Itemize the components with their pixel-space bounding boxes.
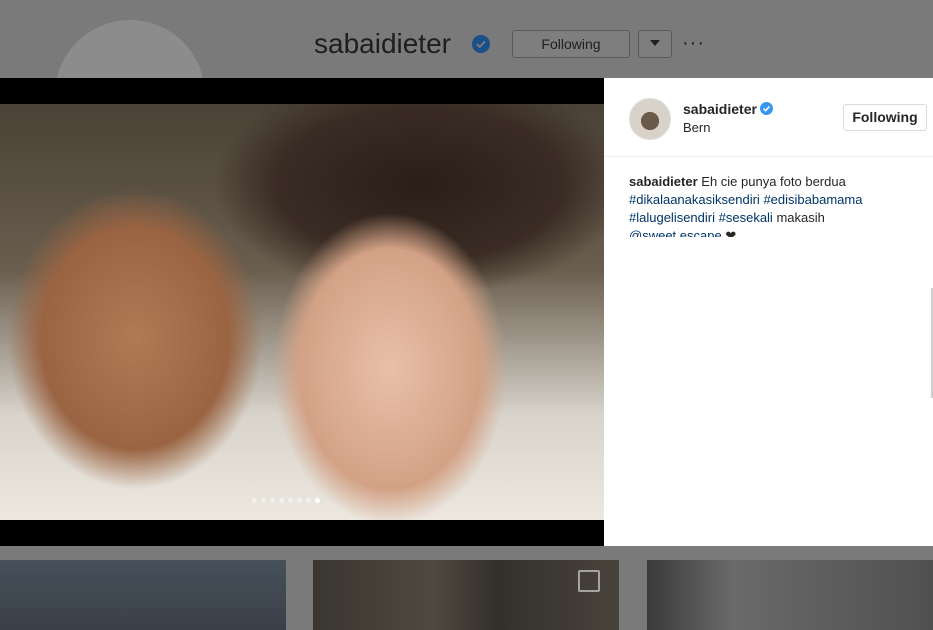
caret-down-icon xyxy=(650,40,660,46)
post-author-avatar[interactable] xyxy=(629,98,671,140)
hashtag-link[interactable]: #edisibabamama xyxy=(763,192,862,207)
caption-text: Eh cie punya foto berdua xyxy=(701,174,846,189)
carousel-dot xyxy=(306,498,311,503)
post-photo[interactable] xyxy=(0,104,604,520)
carousel-dot xyxy=(270,498,275,503)
carousel-dot xyxy=(261,498,266,503)
carousel-dot xyxy=(315,498,320,503)
profile-following-button[interactable]: Following xyxy=(512,30,630,58)
post-author-username[interactable]: sabaidieter xyxy=(683,101,757,117)
mention-link[interactable]: @sweet.escape xyxy=(629,228,722,237)
heart-emoji-icon: ❤ xyxy=(725,228,737,237)
grid-thumbnail[interactable] xyxy=(313,560,619,630)
verified-badge-icon xyxy=(472,35,490,53)
more-options-button[interactable]: ··· xyxy=(682,30,705,56)
post-header: sabaidieter Bern Following xyxy=(604,78,933,157)
grid-thumbnail[interactable] xyxy=(0,560,286,630)
carousel-dot xyxy=(279,498,284,503)
carousel-indicator-icon xyxy=(578,570,600,592)
profile-dropdown-button[interactable] xyxy=(638,30,672,58)
caption-username[interactable]: sabaidieter xyxy=(629,174,698,189)
carousel-dot xyxy=(288,498,293,503)
verified-badge-icon xyxy=(760,102,773,115)
carousel-dot xyxy=(297,498,302,503)
hashtag-link[interactable]: #sesekali xyxy=(719,210,773,225)
caption-tail-text: makasih xyxy=(776,210,825,225)
carousel-dot xyxy=(252,498,257,503)
post-following-button[interactable]: Following xyxy=(843,104,927,131)
post-modal: sabaidieter Bern Following sabaidieter E… xyxy=(0,78,933,546)
profile-username: sabaidieter xyxy=(314,28,451,59)
grid-thumbnail[interactable] xyxy=(647,560,933,630)
carousel-dots xyxy=(252,498,320,503)
hashtag-link[interactable]: #lalugelisendiri xyxy=(629,210,715,225)
post-sidebar: sabaidieter Bern Following sabaidieter E… xyxy=(604,78,933,546)
post-media[interactable] xyxy=(0,78,604,546)
post-location[interactable]: Bern xyxy=(683,120,710,135)
post-caption: sabaidieter Eh cie punya foto berdua #di… xyxy=(629,173,909,237)
hashtag-link[interactable]: #dikalaanakasiksendiri xyxy=(629,192,760,207)
